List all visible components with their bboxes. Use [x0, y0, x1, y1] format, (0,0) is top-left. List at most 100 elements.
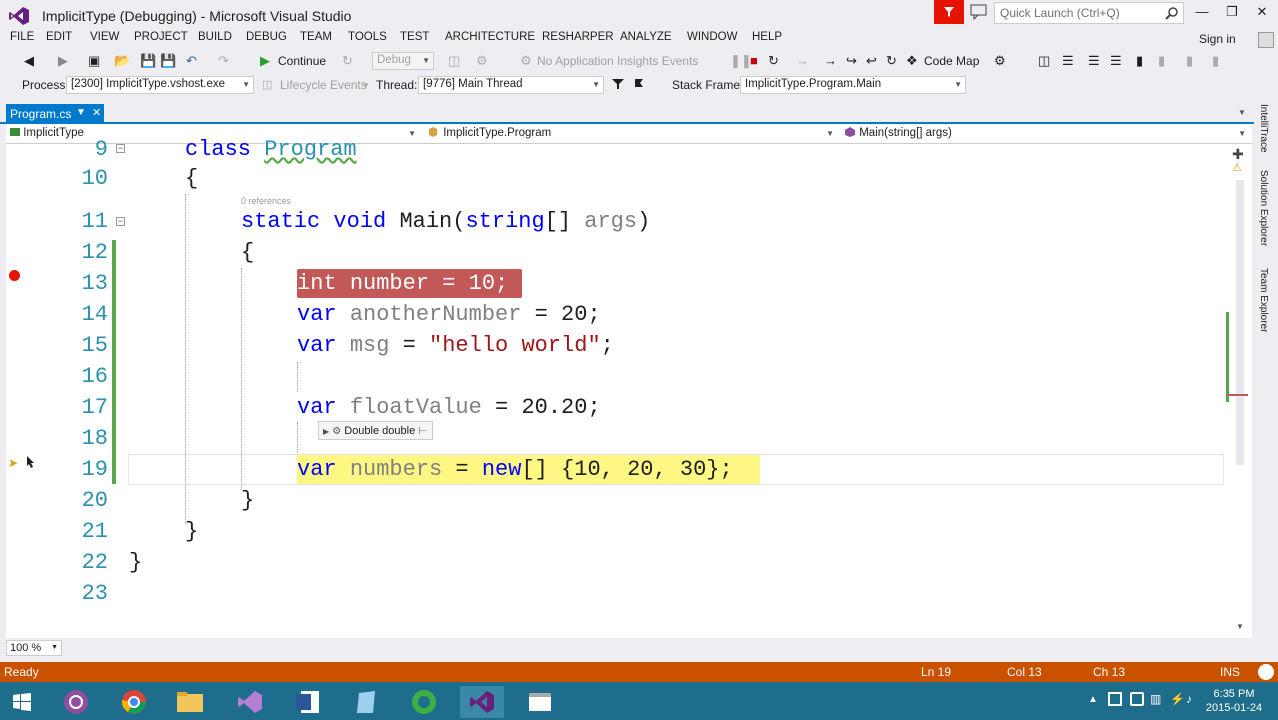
refresh-diagram-icon[interactable]: ↻: [886, 53, 897, 69]
attach-icon[interactable]: ◫: [448, 53, 460, 69]
tray-app2-icon[interactable]: [1130, 692, 1144, 706]
feedback-icon[interactable]: [970, 4, 988, 20]
taskbar-window[interactable]: [518, 686, 562, 718]
tab-team-explorer[interactable]: Team Explorer: [1258, 268, 1269, 332]
solution-configuration-select[interactable]: Debug ▼: [372, 52, 434, 70]
layout-icon[interactable]: ◫: [1038, 53, 1050, 69]
list-icon[interactable]: ☰: [1062, 53, 1074, 69]
step-out-icon[interactable]: ↩: [866, 53, 877, 69]
tab-intellitrace[interactable]: IntelliTrace: [1258, 104, 1269, 153]
menu-help[interactable]: HELP: [752, 31, 782, 43]
taskbar-vs-express[interactable]: [228, 686, 272, 718]
menu-architecture[interactable]: ARCHITECTURE: [445, 31, 535, 43]
power-icon[interactable]: ⚡: [1170, 692, 1185, 706]
member-dropdown[interactable]: Main(string[] args) ▼: [840, 125, 1250, 143]
save-all-icon[interactable]: 💾: [160, 53, 176, 69]
insights-status[interactable]: No Application Insights Events: [537, 54, 698, 68]
sign-in-link[interactable]: Sign in: [1199, 32, 1236, 46]
code-map-icon[interactable]: ❖: [906, 53, 918, 69]
taskbar-explorer[interactable]: [168, 686, 212, 718]
lifecycle-events-button[interactable]: Lifecycle Events: [280, 78, 367, 92]
restart-icon[interactable]: ↻: [768, 53, 779, 69]
pin-datatip-icon[interactable]: ⊢: [418, 425, 428, 437]
next-bookmark-icon[interactable]: ▮: [1186, 53, 1193, 69]
menu-analyze[interactable]: ANALYZE: [620, 31, 672, 43]
undo-icon[interactable]: ↶: [186, 53, 197, 69]
indent-icon[interactable]: ☰: [1088, 53, 1100, 69]
menu-team[interactable]: TEAM: [300, 31, 332, 43]
process-select[interactable]: [2300] ImplicitType.vshost.exe ▼: [66, 76, 254, 94]
continue-button[interactable]: Continue: [278, 54, 326, 68]
close-window-button[interactable]: ✕: [1250, 4, 1274, 22]
menu-build[interactable]: BUILD: [198, 31, 232, 43]
tab-solution-explorer[interactable]: Solution Explorer: [1258, 170, 1269, 246]
open-file-icon[interactable]: 📂: [114, 53, 130, 69]
clear-bookmarks-icon[interactable]: ▮: [1212, 53, 1219, 69]
step-over-icon[interactable]: ↪: [846, 53, 857, 69]
datatip-popup[interactable]: ▶ ⚙ Double double ⊢: [318, 421, 433, 440]
taskbar-chrome[interactable]: [112, 686, 156, 718]
taskbar-skype[interactable]: [54, 686, 98, 718]
new-project-icon[interactable]: ▣: [88, 53, 100, 69]
line-number: 11: [81, 209, 108, 234]
back-icon[interactable]: ◀: [24, 53, 34, 69]
expand-icon[interactable]: ▶: [323, 427, 329, 436]
outdent-icon[interactable]: ☰: [1110, 53, 1122, 69]
collapse-method-toggle[interactable]: −: [116, 217, 125, 226]
pin-icon[interactable]: ▼: [76, 107, 86, 118]
menu-view[interactable]: VIEW: [90, 31, 119, 43]
step-into-icon[interactable]: →: [824, 53, 837, 69]
tab-program-cs[interactable]: Program.cs ▼ ✕: [6, 104, 104, 124]
play-icon[interactable]: ▶: [260, 53, 270, 69]
tray-app-icon[interactable]: [1108, 692, 1122, 706]
show-next-statement-icon[interactable]: →: [796, 53, 809, 69]
taskbar-app[interactable]: [402, 686, 446, 718]
tab-overflow-icon[interactable]: ▼: [1238, 108, 1246, 117]
flag-threads-icon[interactable]: [634, 78, 648, 90]
notifications-button[interactable]: [934, 0, 964, 24]
menu-file[interactable]: FILE: [10, 31, 34, 43]
code-lens-references[interactable]: 0 references: [241, 196, 291, 206]
quick-launch-input[interactable]: Quick Launch (Ctrl+Q): [994, 2, 1184, 24]
restore-button[interactable]: ❐: [1220, 4, 1244, 22]
collapse-class-toggle[interactable]: −: [116, 144, 125, 153]
status-notification-icon[interactable]: [1258, 664, 1274, 680]
menu-debug[interactable]: DEBUG: [246, 31, 287, 43]
account-avatar[interactable]: [1258, 32, 1274, 48]
bookmark-icon[interactable]: ▮: [1136, 53, 1143, 69]
taskbar-notes[interactable]: [344, 686, 388, 718]
minimize-button[interactable]: —: [1190, 4, 1214, 22]
menu-tools[interactable]: TOOLS: [348, 31, 387, 43]
refresh-icon[interactable]: ↻: [342, 53, 353, 69]
thread-select[interactable]: [9776] Main Thread ▼: [418, 76, 604, 94]
close-tab-icon[interactable]: ✕: [92, 106, 101, 119]
break-all-icon[interactable]: ❚❚: [730, 53, 752, 69]
menu-test[interactable]: TEST: [400, 31, 429, 43]
menu-project[interactable]: PROJECT: [134, 31, 188, 43]
prev-bookmark-icon[interactable]: ▮: [1158, 53, 1165, 69]
zoom-select[interactable]: 100 % ▼: [6, 640, 62, 656]
menu-resharper[interactable]: RESHARPER: [542, 31, 614, 43]
taskbar-word[interactable]: [286, 686, 330, 718]
volume-icon[interactable]: ♪: [1186, 692, 1192, 706]
lifecycle-dropdown-icon[interactable]: ▼: [362, 78, 370, 94]
menu-edit[interactable]: EDIT: [46, 31, 72, 43]
network-icon[interactable]: ▥: [1150, 692, 1161, 706]
stop-debugging-icon[interactable]: ■: [750, 53, 758, 69]
filter-icon[interactable]: [612, 78, 624, 90]
tray-expand-icon[interactable]: ▲: [1088, 694, 1098, 705]
taskbar-visual-studio-active[interactable]: [460, 686, 504, 718]
menu-window[interactable]: WINDOW: [687, 31, 737, 43]
redo-icon[interactable]: ↷: [218, 53, 229, 69]
code-map-button[interactable]: Code Map: [924, 54, 979, 68]
start-button[interactable]: [0, 686, 44, 718]
forward-icon[interactable]: ▶: [58, 53, 68, 69]
browser-link-icon[interactable]: ⚙: [476, 53, 488, 69]
scroll-down-icon[interactable]: ▼: [1236, 622, 1244, 631]
taskbar-clock[interactable]: 6:35 PM 2015-01-24: [1204, 687, 1264, 715]
save-icon[interactable]: 💾: [140, 53, 156, 69]
stack-frame-select[interactable]: ImplicitType.Program.Main ▼: [740, 76, 966, 94]
type-dropdown[interactable]: ImplicitType.Program ▼: [424, 125, 838, 143]
settings-icon[interactable]: ⚙: [994, 53, 1006, 69]
scrollbar-thumb[interactable]: [1236, 180, 1244, 465]
